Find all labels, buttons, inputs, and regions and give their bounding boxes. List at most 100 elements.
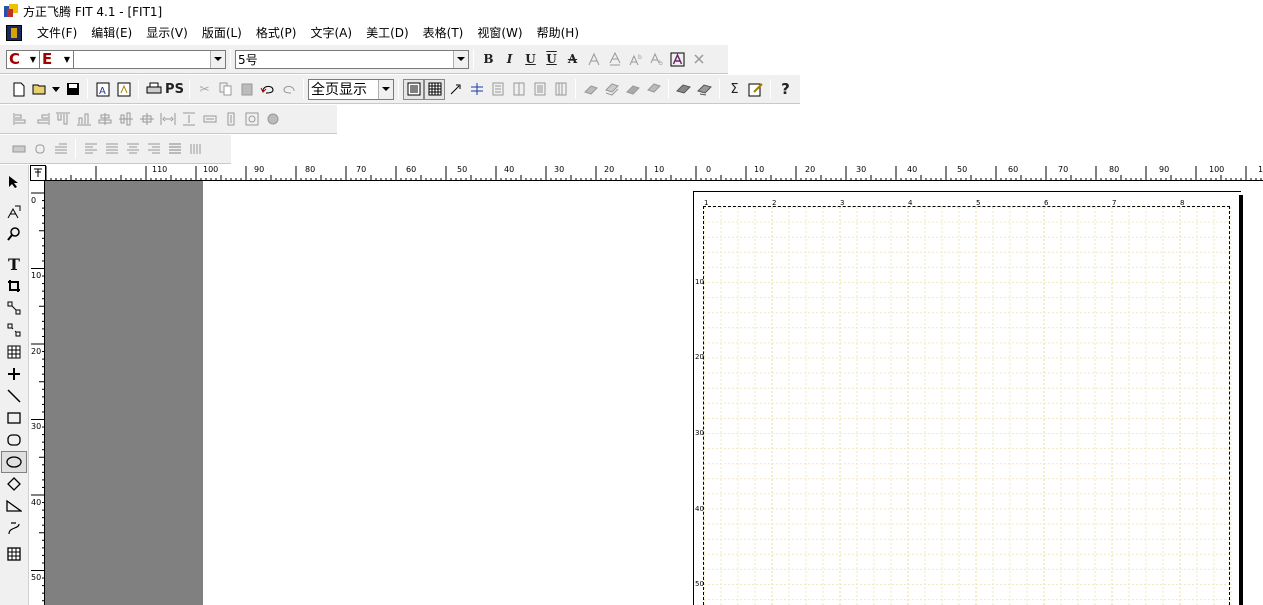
grid-view-icon[interactable] bbox=[424, 78, 445, 100]
menu-help[interactable]: 帮助(H) bbox=[530, 24, 586, 41]
line-tool-icon[interactable] bbox=[1, 385, 27, 407]
underline-button[interactable]: U bbox=[520, 49, 541, 70]
table-tool-icon[interactable] bbox=[1, 543, 27, 565]
align-v-center-icon[interactable] bbox=[115, 109, 136, 130]
chevron-down-icon[interactable] bbox=[378, 79, 393, 99]
cross-tool-icon[interactable] bbox=[1, 363, 27, 385]
lock-position-icon[interactable] bbox=[262, 109, 283, 130]
menu-table[interactable]: 表格(T) bbox=[416, 24, 471, 41]
ellipse-tool-icon[interactable] bbox=[1, 451, 27, 473]
polygon-tool-icon[interactable] bbox=[1, 495, 27, 517]
distribute-h-icon[interactable] bbox=[157, 109, 178, 130]
first-line-indent-icon[interactable] bbox=[50, 139, 71, 160]
undo-icon[interactable] bbox=[257, 79, 278, 100]
strikethrough-button[interactable]: A bbox=[562, 49, 583, 70]
guides-icon[interactable] bbox=[466, 79, 487, 100]
align-bottom-edge-icon[interactable] bbox=[73, 109, 94, 130]
align-h-center-icon[interactable] bbox=[94, 109, 115, 130]
italic-button[interactable]: I bbox=[499, 49, 520, 70]
menu-window[interactable]: 视窗(W) bbox=[470, 24, 529, 41]
menu-layout[interactable]: 版面(L) bbox=[195, 24, 249, 41]
print-icon[interactable] bbox=[143, 79, 164, 100]
redo-icon[interactable] bbox=[278, 79, 299, 100]
layer-front-icon[interactable] bbox=[580, 79, 601, 100]
group-icon[interactable] bbox=[673, 79, 694, 100]
zoom-combo[interactable]: 全页显示 bbox=[308, 78, 394, 100]
vertical-ruler[interactable]: 0 10 20 30 40 50 bbox=[30, 181, 45, 605]
align-left-icon[interactable] bbox=[80, 139, 101, 160]
font-preview-icon[interactable]: A bbox=[92, 79, 113, 100]
english-font-selector[interactable]: E ▼ bbox=[40, 49, 74, 69]
unlink-tool-icon[interactable] bbox=[1, 319, 27, 341]
page-view-icon[interactable] bbox=[403, 78, 424, 100]
image-preview-icon[interactable] bbox=[113, 79, 134, 100]
link-tool-icon[interactable] bbox=[1, 297, 27, 319]
align-right-icon[interactable] bbox=[143, 139, 164, 160]
align-center-text-icon[interactable] bbox=[122, 139, 143, 160]
hanging-indent-icon[interactable] bbox=[29, 139, 50, 160]
diamond-tool-icon[interactable] bbox=[1, 473, 27, 495]
menu-format[interactable]: 格式(P) bbox=[249, 24, 304, 41]
clear-format-icon[interactable] bbox=[688, 49, 709, 70]
formula-icon[interactable]: Σ bbox=[724, 79, 745, 100]
menu-edit[interactable]: 编辑(E) bbox=[84, 24, 139, 41]
align-center-icon[interactable] bbox=[136, 109, 157, 130]
overline-button[interactable]: U bbox=[541, 49, 562, 70]
font-size-combo[interactable]: 5号 bbox=[235, 49, 469, 69]
align-justify-icon[interactable] bbox=[101, 139, 122, 160]
columns-4-icon[interactable] bbox=[550, 79, 571, 100]
bezier-tool-icon[interactable] bbox=[1, 517, 27, 539]
help-button[interactable]: ? bbox=[775, 79, 796, 100]
paste-icon[interactable] bbox=[236, 79, 257, 100]
bold-button[interactable]: B bbox=[478, 49, 499, 70]
pen-select-tool-icon[interactable] bbox=[1, 201, 27, 223]
subscript-a-icon[interactable]: b bbox=[646, 49, 667, 70]
text-tool-icon[interactable]: T bbox=[1, 253, 27, 275]
superscript-a-icon[interactable] bbox=[583, 49, 604, 70]
rounded-rect-tool-icon[interactable] bbox=[1, 429, 27, 451]
copy-icon[interactable] bbox=[215, 79, 236, 100]
same-height-icon[interactable] bbox=[220, 109, 241, 130]
align-left-edge-icon[interactable] bbox=[10, 109, 31, 130]
layer-forward-icon[interactable] bbox=[622, 79, 643, 100]
shadow-a-icon[interactable]: b bbox=[625, 49, 646, 70]
align-distribute-icon[interactable] bbox=[164, 139, 185, 160]
document-system-menu-icon[interactable] bbox=[6, 24, 22, 41]
columns-1-icon[interactable] bbox=[487, 79, 508, 100]
select-tool-icon[interactable] bbox=[1, 171, 27, 193]
new-file-icon[interactable] bbox=[8, 79, 29, 100]
menu-view[interactable]: 显示(V) bbox=[139, 24, 195, 41]
boxed-a-icon[interactable] bbox=[667, 49, 688, 70]
same-size-icon[interactable] bbox=[241, 109, 262, 130]
edit-text-icon[interactable] bbox=[745, 79, 766, 100]
ruler-origin[interactable] bbox=[30, 165, 46, 181]
align-right-edge-icon[interactable] bbox=[31, 109, 52, 130]
rectangle-tool-icon[interactable] bbox=[1, 407, 27, 429]
ungroup-icon[interactable] bbox=[694, 79, 715, 100]
horizontal-ruler[interactable]: 110 100 90 80 70 60 50 40 30 20 10 0 10 … bbox=[30, 165, 1263, 181]
postscript-button[interactable]: PS bbox=[164, 79, 185, 100]
columns-3-icon[interactable] bbox=[529, 79, 550, 100]
columns-2-icon[interactable] bbox=[508, 79, 529, 100]
menu-text[interactable]: 文字(A) bbox=[303, 24, 359, 41]
layer-back-icon[interactable] bbox=[601, 79, 622, 100]
table-frame-tool-icon[interactable] bbox=[1, 341, 27, 363]
chevron-down-icon[interactable] bbox=[453, 50, 468, 68]
layer-backward-icon[interactable] bbox=[643, 79, 664, 100]
open-folder-icon[interactable] bbox=[29, 79, 50, 100]
cut-icon[interactable]: ✂ bbox=[194, 79, 215, 100]
snap-icon[interactable] bbox=[445, 79, 466, 100]
open-dropdown-icon[interactable] bbox=[50, 79, 62, 100]
chevron-down-icon[interactable] bbox=[210, 50, 225, 68]
align-top-edge-icon[interactable] bbox=[52, 109, 73, 130]
menu-art[interactable]: 美工(D) bbox=[359, 24, 416, 41]
distribute-v-icon[interactable] bbox=[178, 109, 199, 130]
menu-file[interactable]: 文件(F) bbox=[30, 24, 84, 41]
font-name-combo[interactable] bbox=[74, 49, 226, 69]
zoom-tool-icon[interactable] bbox=[1, 223, 27, 245]
align-vertical-icon[interactable] bbox=[185, 139, 206, 160]
crop-tool-icon[interactable] bbox=[1, 275, 27, 297]
save-icon[interactable] bbox=[62, 79, 83, 100]
indent-icon[interactable] bbox=[8, 139, 29, 160]
outline-a-icon[interactable] bbox=[604, 49, 625, 70]
